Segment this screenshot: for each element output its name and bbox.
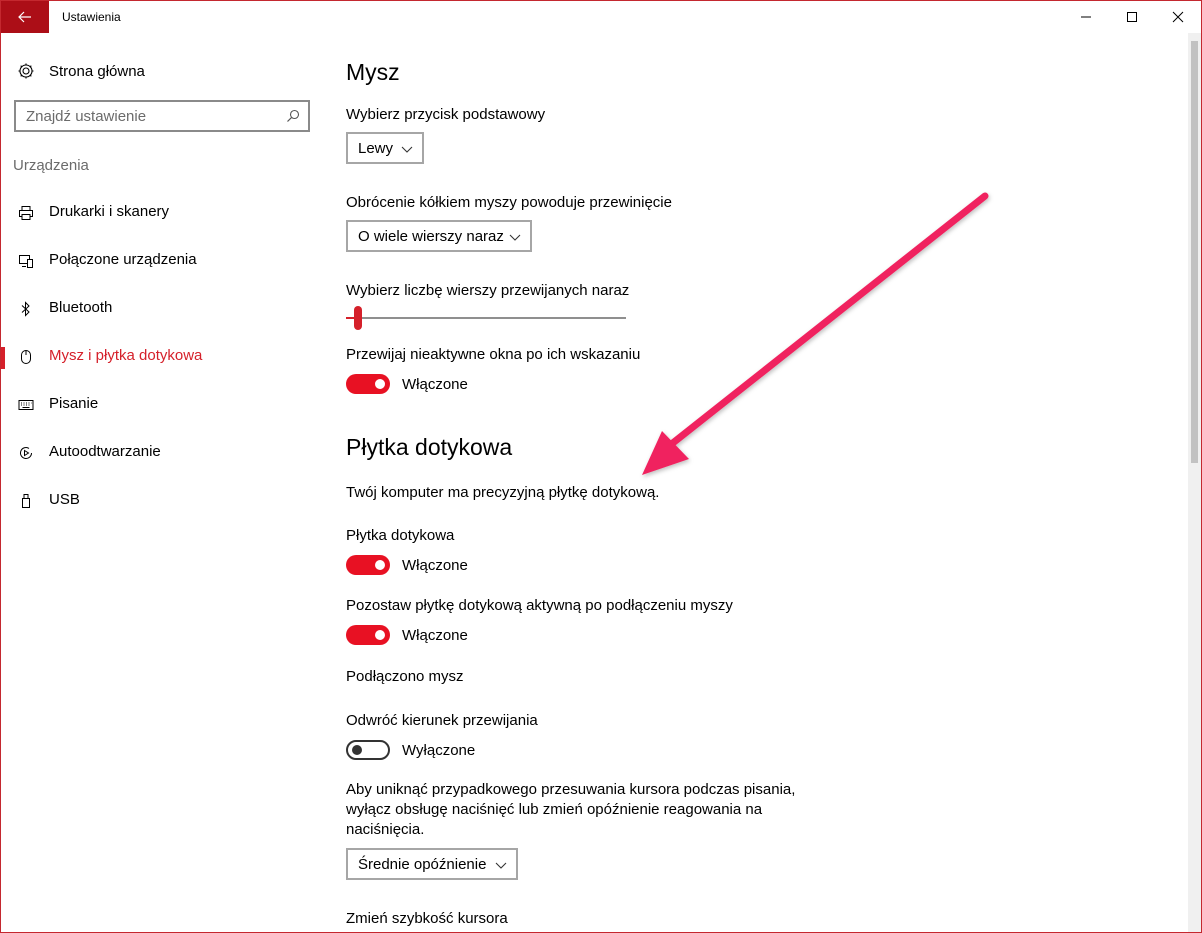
scroll-dropdown[interactable]: O wiele wierszy naraz [346, 220, 532, 252]
delay-description: Aby uniknąć przypadkowego przesuwania ku… [346, 781, 796, 838]
toggle-knob [375, 630, 385, 640]
sidebar-item-bluetooth[interactable]: Bluetooth [1, 289, 323, 329]
maximize-icon [1127, 12, 1137, 22]
reverse-scroll-toggle[interactable] [346, 740, 390, 760]
connected-devices-icon [17, 251, 35, 271]
precision-text: Twój komputer ma precyzyjną płytkę dotyk… [346, 484, 660, 501]
toggle-knob [375, 560, 385, 570]
sidebar-item-mouse-touchpad[interactable]: Mysz i płytka dotykowa [1, 337, 323, 377]
sidebar-item-connected-devices[interactable]: Połączone urządzenia [1, 241, 323, 281]
slider-thumb[interactable] [354, 306, 362, 330]
scroll-label: Obrócenie kółkiem myszy powoduje przewin… [346, 194, 672, 211]
usb-icon [17, 491, 35, 511]
inactive-scroll-label: Przewijaj nieaktywne okna po ich wskazan… [346, 346, 641, 363]
sidebar-item-typing[interactable]: Pisanie [1, 385, 323, 425]
search-input[interactable] [16, 102, 278, 130]
keep-on-toggle-row: Włączone [346, 624, 468, 646]
chevron-down-icon [495, 862, 507, 869]
printer-icon [17, 203, 35, 223]
lines-slider[interactable] [346, 305, 626, 331]
reverse-scroll-label: Odwróć kierunek przewijania [346, 712, 538, 729]
dropdown-value: Lewy [358, 139, 394, 157]
close-icon [1172, 11, 1184, 23]
chevron-down-icon [509, 234, 521, 241]
touchpad-toggle-row: Włączone [346, 554, 468, 576]
window-title: Ustawienia [62, 10, 121, 24]
toggle-knob [352, 745, 362, 755]
search-box [14, 100, 310, 132]
close-button[interactable] [1155, 1, 1201, 33]
sidebar-item-label: Drukarki i skanery [49, 203, 170, 220]
toggle-state: Włączone [402, 375, 468, 393]
home-label: Strona główna [49, 62, 145, 80]
sidebar-item-label: Mysz i płytka dotykowa [49, 347, 203, 364]
touchpad-heading: Płytka dotykowa [346, 434, 513, 460]
active-indicator [1, 347, 5, 369]
inactive-scroll-toggle[interactable] [346, 374, 390, 394]
sidebar-item-printers[interactable]: Drukarki i skanery [1, 193, 323, 233]
bluetooth-icon [17, 299, 35, 319]
delay-dropdown[interactable]: Średnie opóźnienie [346, 848, 518, 880]
scrollbar-thumb[interactable] [1191, 41, 1198, 463]
keyboard-icon [17, 395, 35, 415]
sidebar-item-label: USB [49, 491, 80, 508]
title-bar: Ustawienia [1, 1, 1201, 33]
search-icon[interactable] [278, 102, 308, 130]
primary-button-dropdown[interactable]: Lewy [346, 132, 424, 164]
minimize-button[interactable] [1063, 1, 1109, 33]
vertical-scrollbar[interactable] [1188, 33, 1201, 932]
mouse-icon [17, 347, 35, 367]
settings-window: Ustawienia Strona główna Znajdź ustawien… [0, 0, 1202, 933]
reverse-scroll-toggle-row: Wyłączone [346, 739, 475, 761]
maximize-button[interactable] [1109, 1, 1155, 33]
toggle-state: Włączone [402, 556, 468, 574]
toggle-knob [375, 379, 385, 389]
home-link[interactable]: Strona główna [17, 61, 145, 81]
minimize-icon [1081, 16, 1091, 18]
dropdown-value: Średnie opóźnienie [358, 855, 487, 873]
touchpad-label: Płytka dotykowa [346, 527, 455, 544]
toggle-state: Wyłączone [402, 741, 476, 759]
section-label-devices: Urządzenia [13, 157, 89, 174]
mouse-connected-text: Podłączono mysz [346, 668, 464, 685]
cursor-speed-label: Zmień szybkość kursora [346, 910, 508, 927]
slider-track [346, 317, 626, 319]
sidebar-item-label: Połączone urządzenia [49, 251, 197, 268]
sidebar: Strona główna Urządzenia Drukarki i skan… [1, 33, 323, 932]
sidebar-item-label: Autoodtwarzanie [49, 443, 161, 460]
back-arrow-icon [18, 11, 31, 23]
gear-icon [18, 63, 34, 79]
dropdown-value: O wiele wierszy naraz [358, 227, 504, 245]
primary-button-label: Wybierz przycisk podstawowy [346, 106, 546, 123]
inactive-scroll-toggle-row: Włączone [346, 373, 468, 395]
mouse-heading: Mysz [346, 59, 400, 85]
slider-fill [346, 317, 354, 319]
lines-label: Wybierz liczbę wierszy przewijanych nara… [346, 282, 630, 299]
sidebar-item-label: Pisanie [49, 395, 99, 412]
toggle-state: Włączone [402, 626, 468, 644]
chevron-down-icon [401, 146, 413, 153]
touchpad-toggle[interactable] [346, 555, 390, 575]
sidebar-item-usb[interactable]: USB [1, 481, 323, 521]
sidebar-item-label: Bluetooth [49, 299, 113, 316]
sidebar-item-autoplay[interactable]: Autoodtwarzanie [1, 433, 323, 473]
keep-on-toggle[interactable] [346, 625, 390, 645]
main-content: Mysz Wybierz przycisk podstawowy Lewy Ob… [346, 33, 1186, 932]
autoplay-icon [17, 443, 35, 463]
keep-on-label: Pozostaw płytkę dotykową aktywną po podł… [346, 597, 733, 614]
back-button[interactable] [1, 1, 49, 33]
